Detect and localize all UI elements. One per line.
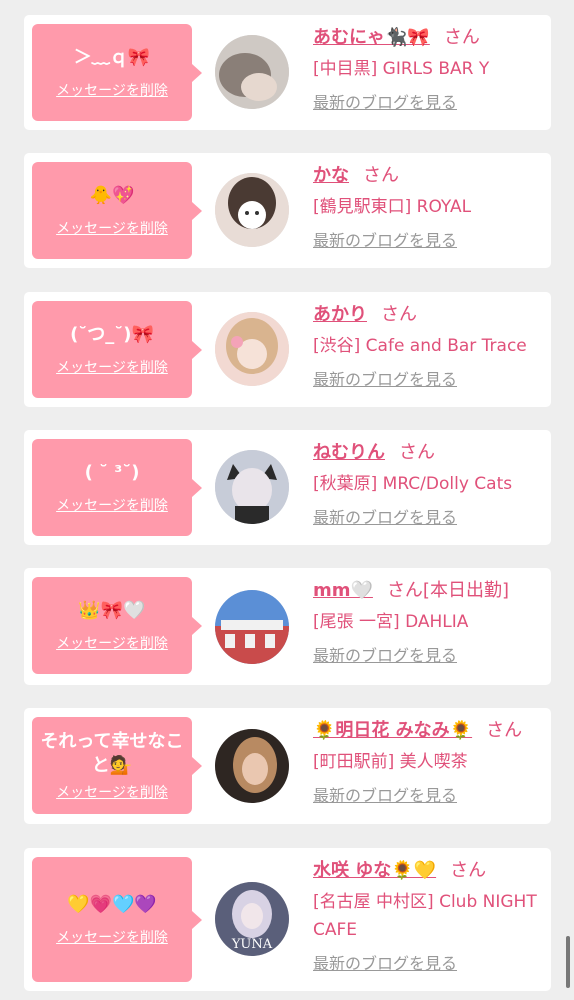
latest-blog-link[interactable]: 最新のブログを見る <box>313 950 457 974</box>
cast-name-link[interactable]: 🌻明日花 みなみ🌻 <box>313 720 472 741</box>
delete-message-link[interactable]: メッセージを削除 <box>56 633 168 653</box>
cast-name-link[interactable]: ねむりん <box>313 442 385 463</box>
shop-name: [町田駅前] 美人喫茶 <box>313 752 468 772</box>
latest-blog-link[interactable]: 最新のブログを見る <box>313 366 457 390</box>
avatar[interactable] <box>215 590 289 664</box>
shop-name: [尾張 一宮] DAHLIA <box>313 612 469 632</box>
cast-info: あむにゃ🐈‍⬛🎀 さん [中目黒] GIRLS BAR Y 最新のブログを見る <box>313 25 545 113</box>
shop-name: [秋葉原] MRC/Dolly Cats <box>313 474 513 494</box>
cast-name-link[interactable]: かな <box>313 165 349 186</box>
avatar-caption: YUNA <box>231 937 273 952</box>
message-text: ＞﹏ｑ🎀 <box>73 46 151 68</box>
avatar[interactable] <box>215 35 289 109</box>
shop-name: [名古屋 中村区] Club NIGHT CAFE <box>313 892 537 940</box>
shop-name: [渋谷] Cafe and Bar Trace <box>313 336 527 356</box>
message-bubble: それって幸せなこと💁 メッセージを削除 <box>32 717 202 814</box>
message-text: 👑🎀🤍 <box>78 599 146 621</box>
message-bubble: 👑🎀🤍 メッセージを削除 <box>32 577 202 674</box>
cast-name-link[interactable]: あむにゃ🐈‍⬛🎀 <box>313 27 430 48</box>
scrollbar[interactable] <box>566 936 570 988</box>
message-card: ( ˘ ³˘) メッセージを削除 ねむりん さん [秋葉原] MRC/Dolly … <box>24 430 551 545</box>
cast-info: 水咲 ゆな🌻💛 さん [名古屋 中村区] Club NIGHT CAFE 最新のブ… <box>313 858 545 974</box>
latest-blog-link[interactable]: 最新のブログを見る <box>313 642 457 666</box>
message-card: ＞﹏ｑ🎀 メッセージを削除 あむにゃ🐈‍⬛🎀 さん [中目黒] GIRLS BAR… <box>24 15 551 130</box>
cast-info: mm🤍 さん[本日出勤] [尾張 一宮] DAHLIA 最新のブログを見る <box>313 578 545 666</box>
honorific: さん <box>450 860 487 881</box>
honorific: さん <box>443 27 480 48</box>
message-card: それって幸せなこと💁 メッセージを削除 🌻明日花 みなみ🌻 さん [町田駅前] 美… <box>24 708 551 824</box>
message-list: ＞﹏ｑ🎀 メッセージを削除 あむにゃ🐈‍⬛🎀 さん [中目黒] GIRLS BAR… <box>0 0 574 1000</box>
delete-message-link[interactable]: メッセージを削除 <box>56 80 168 100</box>
latest-blog-link[interactable]: 最新のブログを見る <box>313 504 457 528</box>
message-card: 👑🎀🤍 メッセージを削除 mm🤍 さん[本日出勤] [尾張 一宮] DAHLIA … <box>24 568 551 685</box>
message-bubble: 🐥💖 メッセージを削除 <box>32 162 202 259</box>
delete-message-link[interactable]: メッセージを削除 <box>56 782 168 802</box>
honorific: さん <box>486 720 523 741</box>
message-text: (˘つ_˘)🎀 <box>70 323 154 345</box>
honorific: さん <box>381 304 417 325</box>
latest-blog-link[interactable]: 最新のブログを見る <box>313 89 457 113</box>
shop-name: [中目黒] GIRLS BAR Y <box>313 59 490 79</box>
shop-name: [鶴見駅東口] ROYAL <box>313 197 472 217</box>
honorific: さん <box>363 165 399 186</box>
avatar[interactable] <box>215 729 289 803</box>
latest-blog-link[interactable]: 最新のブログを見る <box>313 782 457 806</box>
cast-info: かな さん [鶴見駅東口] ROYAL 最新のブログを見る <box>313 163 545 251</box>
message-bubble: ( ˘ ³˘) メッセージを削除 <box>32 439 202 536</box>
message-bubble: 💛💗🩵💜 メッセージを削除 <box>32 857 202 982</box>
delete-message-link[interactable]: メッセージを削除 <box>56 927 168 947</box>
delete-message-link[interactable]: メッセージを削除 <box>56 218 168 238</box>
delete-message-link[interactable]: メッセージを削除 <box>56 357 168 377</box>
latest-blog-link[interactable]: 最新のブログを見る <box>313 227 457 251</box>
message-card: (˘つ_˘)🎀 メッセージを削除 あかり さん [渋谷] Cafe and Bar… <box>24 292 551 407</box>
cast-name-link[interactable]: あかり <box>313 304 367 325</box>
message-text: ( ˘ ³˘) <box>84 461 140 483</box>
avatar[interactable]: YUNA <box>215 882 289 956</box>
message-text: それって幸せなこと💁 <box>40 730 184 776</box>
avatar[interactable] <box>215 450 289 524</box>
message-bubble: ＞﹏ｑ🎀 メッセージを削除 <box>32 24 202 121</box>
message-text: 💛💗🩵💜 <box>67 893 157 915</box>
cast-name-link[interactable]: 水咲 ゆな🌻💛 <box>313 860 436 881</box>
message-card: 🐥💖 メッセージを削除 かな さん [鶴見駅東口] ROYAL 最新のブログを見る <box>24 153 551 268</box>
message-card: 💛💗🩵💜 メッセージを削除 YUNA 水咲 ゆな🌻💛 さん [名古屋 中村区] C… <box>24 848 551 991</box>
delete-message-link[interactable]: メッセージを削除 <box>56 495 168 515</box>
message-text: 🐥💖 <box>89 184 135 206</box>
cast-name-link[interactable]: mm🤍 <box>313 580 373 601</box>
cast-info: あかり さん [渋谷] Cafe and Bar Trace 最新のブログを見る <box>313 302 545 390</box>
honorific: さん <box>399 442 435 463</box>
avatar[interactable] <box>215 173 289 247</box>
message-bubble: (˘つ_˘)🎀 メッセージを削除 <box>32 301 202 398</box>
honorific: さん[本日出勤] <box>386 580 509 601</box>
cast-info: 🌻明日花 みなみ🌻 さん [町田駅前] 美人喫茶 最新のブログを見る <box>313 718 545 806</box>
avatar[interactable] <box>215 312 289 386</box>
cast-info: ねむりん さん [秋葉原] MRC/Dolly Cats 最新のブログを見る <box>313 440 545 528</box>
